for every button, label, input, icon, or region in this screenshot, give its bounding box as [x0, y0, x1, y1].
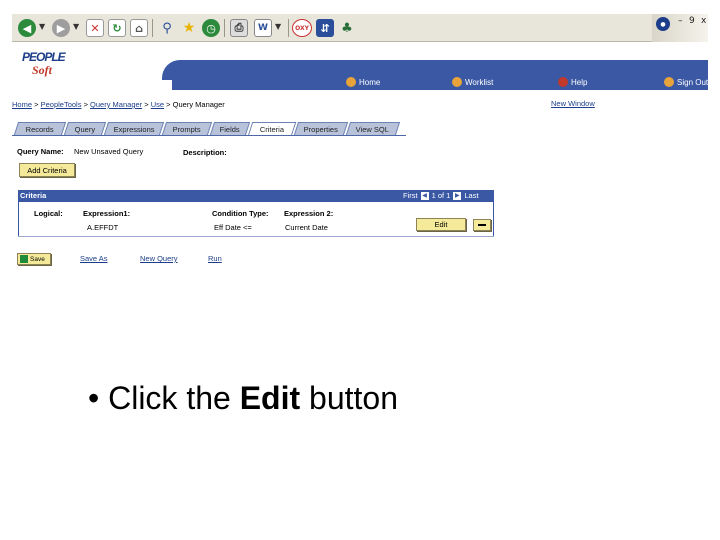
- peoplesoft-logo: PEOPLE Soft: [22, 50, 66, 78]
- grid-position: 1 of 1: [431, 191, 451, 200]
- discuss-icon[interactable]: OXY: [292, 19, 312, 37]
- column-expression2: Expression 2:: [284, 209, 334, 218]
- nav-home-label: Home: [359, 77, 381, 87]
- worklist-icon: [452, 77, 462, 87]
- grid-navigation: First ◀ 1 of 1 ▶ Last: [403, 191, 479, 200]
- close-button[interactable]: x: [701, 16, 706, 26]
- new-window-link[interactable]: New Window: [551, 99, 595, 108]
- description-label: Description:: [183, 148, 227, 157]
- nav-worklist[interactable]: Worklist: [452, 77, 493, 87]
- nav-signout[interactable]: Sign Out: [664, 77, 708, 87]
- caption-bullet: •: [88, 380, 100, 416]
- back-dropdown-icon[interactable]: ▼: [39, 22, 45, 31]
- nav-signout-label: Sign Out: [677, 77, 708, 87]
- cell-expression2: Current Date: [285, 223, 328, 232]
- save-button-label: Save: [30, 255, 45, 263]
- instruction-caption: • Click the Edit button: [88, 380, 398, 417]
- logo-text-top: PEOPLE: [22, 50, 66, 64]
- nav-help[interactable]: Help: [558, 77, 587, 87]
- minimize-button[interactable]: –: [678, 16, 683, 26]
- breadcrumb-query-manager[interactable]: Query Manager: [90, 100, 142, 109]
- save-button[interactable]: Save: [17, 253, 51, 265]
- refresh-icon[interactable]: ↻: [108, 19, 126, 37]
- delete-row-button[interactable]: [473, 219, 491, 231]
- breadcrumb-current: Query Manager: [172, 100, 225, 109]
- breadcrumb-peopletools[interactable]: PeopleTools: [41, 100, 82, 109]
- home-icon[interactable]: ⌂: [130, 19, 148, 37]
- column-condition-type: Condition Type:: [212, 209, 269, 218]
- header-bar: [172, 76, 708, 90]
- help-icon: [558, 77, 568, 87]
- breadcrumb: Home > PeopleTools > Query Manager > Use…: [12, 100, 225, 109]
- tab-query[interactable]: Query: [63, 122, 107, 135]
- signout-icon: [664, 77, 674, 87]
- search-icon[interactable]: ⚲: [158, 19, 176, 37]
- nav-home[interactable]: Home: [346, 77, 380, 87]
- back-icon[interactable]: ◀: [18, 19, 36, 37]
- cell-condition: Eff Date <=: [214, 223, 252, 232]
- tab-view-sql[interactable]: View SQL: [345, 122, 401, 135]
- tab-expressions[interactable]: Expressions: [103, 122, 165, 135]
- restore-button[interactable]: 9: [689, 16, 695, 26]
- run-link[interactable]: Run: [208, 254, 222, 263]
- column-logical: Logical:: [34, 209, 63, 218]
- tab-criteria[interactable]: Criteria: [247, 122, 297, 136]
- logo-text-bottom: Soft: [32, 63, 53, 77]
- history-icon[interactable]: ◷: [202, 19, 220, 37]
- breadcrumb-use[interactable]: Use: [151, 100, 164, 109]
- forward-dropdown-icon[interactable]: ▼: [73, 22, 79, 31]
- caption-text-post: button: [309, 380, 398, 416]
- column-expression1: Expression1:: [83, 209, 131, 218]
- criteria-grid-footer: [18, 236, 494, 237]
- nav-help-label: Help: [571, 77, 588, 87]
- minus-icon: [478, 224, 486, 226]
- tab-properties[interactable]: Properties: [293, 122, 349, 135]
- query-name-value: New Unsaved Query: [74, 147, 144, 156]
- print-icon[interactable]: ⎙: [230, 19, 248, 37]
- tab-fields[interactable]: Fields: [209, 122, 251, 135]
- edit-icon[interactable]: W: [254, 19, 272, 37]
- caption-text-pre: Click the: [108, 380, 231, 416]
- forward-icon[interactable]: ▶: [52, 19, 70, 37]
- cell-expression1: A.EFFDT: [87, 223, 119, 232]
- edit-button[interactable]: Edit: [416, 218, 466, 231]
- save-as-link[interactable]: Save As: [80, 254, 108, 263]
- browser-toolbar: ◀ ▼ ▶ ▼ ✕ ↻ ⌂ ⚲ ★ ◷ ⎙ W ▼ OXY ⇵ ♣ ● – 9 …: [12, 14, 708, 42]
- grid-last-link[interactable]: Last: [464, 191, 478, 200]
- query-name-label: Query Name:: [17, 147, 64, 156]
- grid-next-icon[interactable]: ▶: [453, 191, 462, 200]
- add-criteria-button[interactable]: Add Criteria: [19, 163, 75, 177]
- grid-first-link[interactable]: First: [403, 191, 418, 200]
- stop-icon[interactable]: ✕: [86, 19, 104, 37]
- edit-dropdown-icon[interactable]: ▼: [275, 22, 281, 31]
- new-query-link[interactable]: New Query: [140, 254, 178, 263]
- messenger-icon[interactable]: ⇵: [316, 19, 334, 37]
- tab-records[interactable]: Records: [13, 122, 67, 135]
- save-disk-icon: [20, 255, 28, 263]
- favorites-icon[interactable]: ★: [180, 19, 198, 37]
- grid-prev-icon[interactable]: ◀: [420, 191, 429, 200]
- breadcrumb-home[interactable]: Home: [12, 100, 32, 109]
- research-icon[interactable]: ♣: [338, 19, 356, 37]
- browser-screenshot: ◀ ▼ ▶ ▼ ✕ ↻ ⌂ ⚲ ★ ◷ ⎙ W ▼ OXY ⇵ ♣ ● – 9 …: [12, 14, 708, 280]
- tab-divider: [12, 135, 406, 136]
- criteria-grid-title: Criteria: [20, 191, 47, 200]
- nav-worklist-label: Worklist: [465, 77, 494, 87]
- home-nav-icon: [346, 77, 356, 87]
- tab-prompts[interactable]: Prompts: [161, 122, 213, 135]
- brand-logo-icon: ●: [656, 17, 670, 31]
- caption-text-bold: Edit: [239, 380, 301, 416]
